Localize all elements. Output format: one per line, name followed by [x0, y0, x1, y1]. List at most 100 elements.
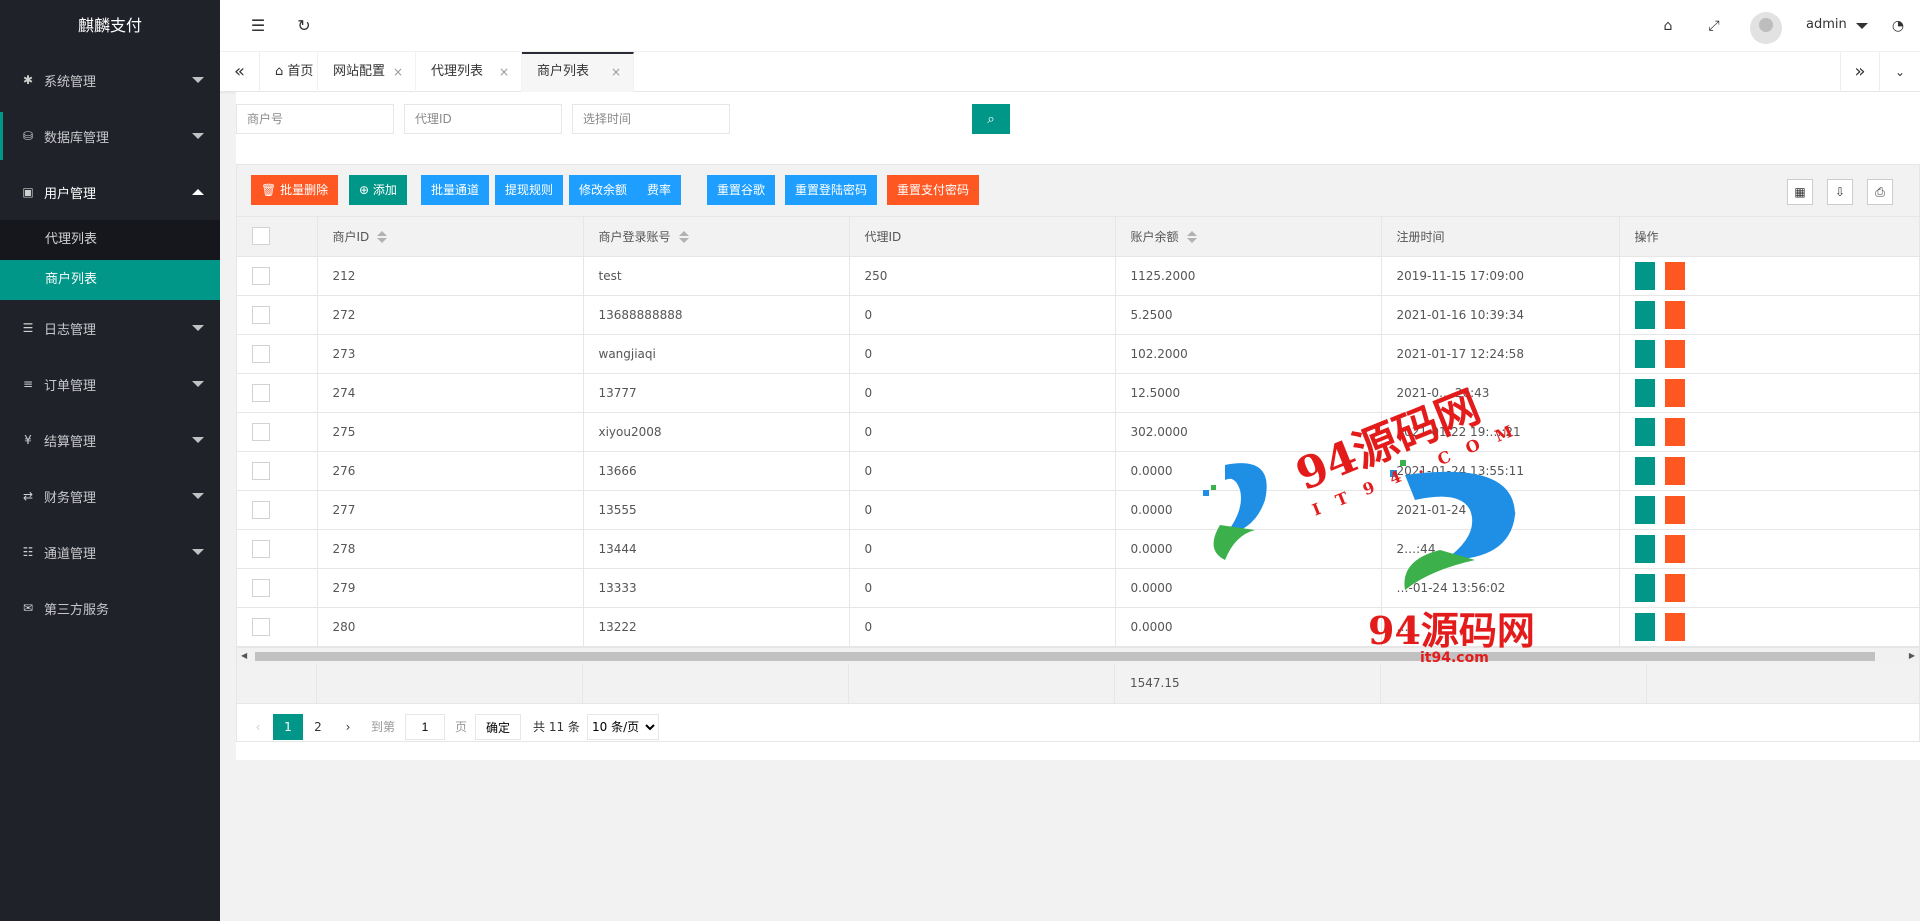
- user-icon: ▣: [22, 185, 34, 199]
- goto-confirm-button[interactable]: 确定: [475, 714, 522, 740]
- tab-2[interactable]: 代理列表 ×: [416, 52, 522, 92]
- toolbar-button-5[interactable]: 费率: [637, 175, 682, 205]
- edit-button[interactable]: [1634, 534, 1655, 563]
- edit-button[interactable]: [1634, 378, 1655, 407]
- horizontal-scrollbar[interactable]: ◀ ▶: [237, 647, 1919, 664]
- sidebar-subitem-1[interactable]: 商户列表: [0, 260, 220, 300]
- col-balance[interactable]: 账户余额: [1115, 217, 1382, 257]
- delete-button[interactable]: [1664, 300, 1685, 329]
- row-checkbox[interactable]: [252, 617, 270, 636]
- toolbar-button-0[interactable]: 🗑 批量删除: [251, 175, 339, 205]
- sidebar-item-7[interactable]: ☷ 通道管理: [0, 524, 220, 580]
- sidebar-item-5[interactable]: ¥ 结算管理: [0, 412, 220, 468]
- sidebar-item-6[interactable]: ⇄ 财务管理: [0, 468, 220, 524]
- delete-button[interactable]: [1664, 534, 1685, 563]
- row-checkbox[interactable]: [252, 578, 270, 597]
- edit-button[interactable]: [1634, 495, 1655, 524]
- edit-button[interactable]: [1634, 339, 1655, 368]
- sidebar-item-0[interactable]: ✱ 系统管理: [0, 52, 220, 108]
- delete-button[interactable]: [1664, 573, 1685, 602]
- toolbar-button-4[interactable]: 修改余额: [569, 175, 638, 205]
- prev-page-icon[interactable]: ‹: [243, 714, 273, 740]
- close-icon[interactable]: ×: [499, 52, 509, 92]
- page-2-button[interactable]: 2: [303, 714, 333, 740]
- row-checkbox[interactable]: [252, 539, 270, 558]
- toolbar-button-2[interactable]: 批量通道: [421, 175, 490, 205]
- delete-button[interactable]: [1664, 261, 1685, 290]
- tab-3[interactable]: 商户列表 ×: [522, 52, 634, 92]
- row-checkbox[interactable]: [252, 305, 270, 324]
- tab-menu-chevron-icon[interactable]: ⌄: [1880, 52, 1920, 92]
- select-all-checkbox[interactable]: [252, 227, 270, 246]
- tab-1[interactable]: 网站配置 ×: [318, 52, 416, 92]
- toolbar-button-7[interactable]: 重置登陆密码: [785, 175, 878, 205]
- sort-icon[interactable]: [678, 231, 689, 244]
- sidebar-item-8[interactable]: ✉ 第三方服务: [0, 580, 220, 636]
- edit-button[interactable]: [1634, 261, 1655, 290]
- scroll-left-icon[interactable]: ◀: [241, 651, 247, 660]
- home-icon: ⌂: [275, 64, 288, 79]
- chevron-down-icon[interactable]: [1856, 23, 1868, 29]
- tag-icon[interactable]: ⌂: [1658, 16, 1678, 36]
- col-login-account[interactable]: 商户登录账号: [583, 217, 850, 257]
- theme-icon[interactable]: ◔: [1888, 16, 1908, 36]
- username[interactable]: admin: [1806, 17, 1847, 32]
- delete-button[interactable]: [1664, 612, 1685, 641]
- time-picker-input[interactable]: [572, 104, 730, 134]
- table-cell: 0: [849, 451, 1116, 491]
- sidebar-item-3[interactable]: ☰ 日志管理: [0, 300, 220, 356]
- delete-button[interactable]: [1664, 456, 1685, 485]
- page-1-button[interactable]: 1: [273, 714, 303, 740]
- sidebar-item-4[interactable]: ≡ 订单管理: [0, 356, 220, 412]
- export-icon[interactable]: ⇩: [1827, 179, 1853, 205]
- scroll-right-icon[interactable]: ▶: [1909, 651, 1915, 660]
- row-checkbox[interactable]: [252, 266, 270, 285]
- sidebar-subitem-0[interactable]: 代理列表: [0, 220, 220, 260]
- page-size-select[interactable]: 10 条/页: [587, 714, 659, 740]
- agent-id-input[interactable]: [404, 104, 562, 134]
- row-checkbox[interactable]: [252, 500, 270, 519]
- next-page-icon[interactable]: ›: [333, 714, 363, 740]
- refresh-icon[interactable]: ↻: [294, 16, 314, 36]
- sidebar-item-1[interactable]: ⛁ 数据库管理: [0, 108, 220, 164]
- row-checkbox[interactable]: [252, 344, 270, 363]
- tab-scroll-left-icon[interactable]: «: [220, 52, 260, 92]
- sort-icon[interactable]: [1186, 231, 1197, 244]
- delete-button[interactable]: [1664, 378, 1685, 407]
- table-cell: 2021-0… 26:43: [1381, 373, 1620, 413]
- goto-page-input[interactable]: [405, 714, 445, 740]
- tab-0[interactable]: ⌂ 首页: [260, 52, 318, 92]
- row-checkbox[interactable]: [252, 461, 270, 480]
- row-checkbox[interactable]: [252, 422, 270, 441]
- edit-button[interactable]: [1634, 456, 1655, 485]
- close-icon[interactable]: ×: [393, 52, 403, 92]
- print-icon[interactable]: ⎙: [1867, 179, 1893, 205]
- edit-button[interactable]: [1634, 612, 1655, 641]
- avatar[interactable]: [1750, 12, 1782, 44]
- toolbar-button-1[interactable]: ⊕ 添加: [349, 175, 407, 205]
- scroll-thumb[interactable]: [255, 652, 1875, 661]
- fullscreen-icon[interactable]: ⤢: [1704, 16, 1724, 36]
- table-cell: 0.0000: [1115, 451, 1382, 491]
- sort-icon[interactable]: [377, 231, 388, 244]
- edit-button[interactable]: [1634, 300, 1655, 329]
- edit-button[interactable]: [1634, 417, 1655, 446]
- edit-button[interactable]: [1634, 573, 1655, 602]
- table-cell: …-01-24 13:56:02: [1381, 568, 1620, 608]
- search-button[interactable]: ⌕: [972, 104, 1010, 134]
- columns-icon[interactable]: ▦: [1787, 179, 1813, 205]
- close-icon[interactable]: ×: [611, 54, 621, 90]
- table-cell: 0: [849, 568, 1116, 608]
- sidebar-item-2[interactable]: ▣ 用户管理: [0, 164, 220, 220]
- row-checkbox[interactable]: [252, 383, 270, 402]
- toolbar-button-3[interactable]: 提现规则: [495, 175, 564, 205]
- delete-button[interactable]: [1664, 339, 1685, 368]
- col-merchant-id[interactable]: 商户ID: [317, 217, 584, 257]
- delete-button[interactable]: [1664, 495, 1685, 524]
- delete-button[interactable]: [1664, 417, 1685, 446]
- merchant-no-input[interactable]: [236, 104, 394, 134]
- tab-scroll-right-icon[interactable]: »: [1840, 52, 1880, 92]
- menu-collapse-icon[interactable]: ☰: [248, 16, 268, 36]
- toolbar-button-8[interactable]: 重置支付密码: [887, 175, 980, 205]
- toolbar-button-6[interactable]: 重置谷歌: [707, 175, 776, 205]
